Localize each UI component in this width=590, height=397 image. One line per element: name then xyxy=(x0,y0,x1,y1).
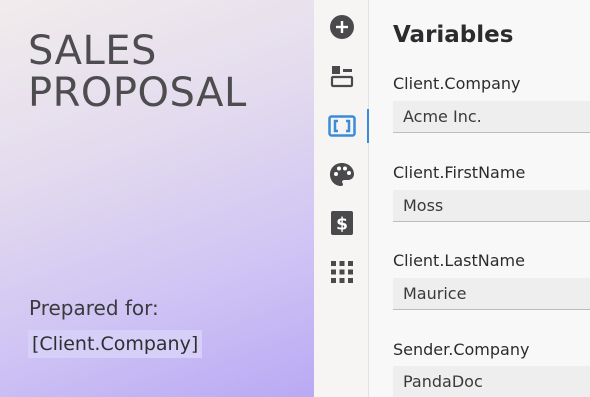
apps-grid-icon xyxy=(330,261,353,283)
prepared-for-label: Prepared for: xyxy=(29,296,159,320)
add-content-button[interactable] xyxy=(314,10,369,44)
blocks-button[interactable] xyxy=(314,59,369,93)
variable-input-client-company[interactable]: Acme Inc. xyxy=(393,101,590,133)
pricing-button[interactable]: $ xyxy=(314,206,369,240)
variable-label-sender-company: Sender.Company xyxy=(393,340,530,359)
panel-title: Variables xyxy=(393,22,514,48)
design-button[interactable] xyxy=(314,158,369,192)
variable-label-client-firstname: Client.FirstName xyxy=(393,163,526,182)
blocks-icon xyxy=(330,66,353,88)
variable-label-client-lastname: Client.LastName xyxy=(393,251,525,270)
document-title-line1: SALES xyxy=(28,28,157,74)
document-title: SALES PROPOSAL xyxy=(28,30,308,114)
client-company-token[interactable]: [Client.Company] xyxy=(28,330,203,358)
variable-label-client-company: Client.Company xyxy=(393,74,521,93)
svg-text:$: $ xyxy=(336,215,348,235)
document-preview: SALES PROPOSAL Prepared for: [Client.Com… xyxy=(0,0,314,397)
side-toolbar: $ xyxy=(314,0,370,397)
variables-button[interactable] xyxy=(314,109,370,143)
variable-input-client-firstname[interactable]: Moss xyxy=(393,190,590,222)
apps-button[interactable] xyxy=(314,255,369,289)
variables-icon xyxy=(327,115,356,137)
add-icon xyxy=(329,15,354,39)
variable-input-sender-company[interactable]: PandaDoc xyxy=(393,366,590,397)
variable-input-client-lastname[interactable]: Maurice xyxy=(393,278,590,310)
document-title-line2: PROPOSAL xyxy=(28,70,247,116)
palette-icon xyxy=(329,163,354,186)
pricing-icon: $ xyxy=(330,211,353,235)
variables-panel: Variables Client.Company Acme Inc. Clien… xyxy=(369,0,590,397)
